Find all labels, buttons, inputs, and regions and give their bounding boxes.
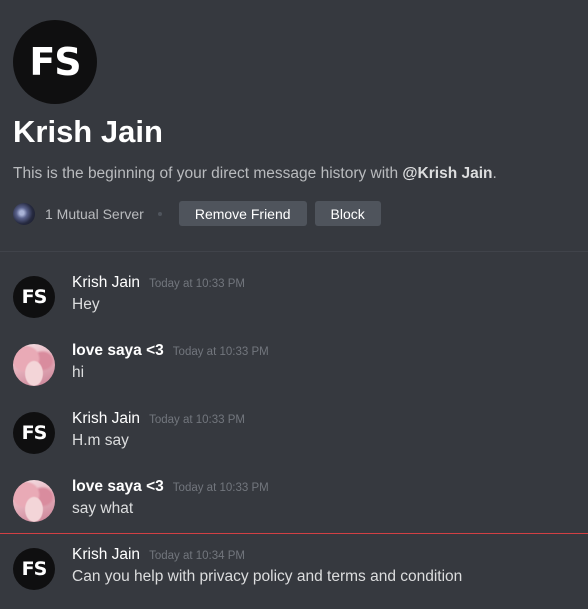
remove-friend-button[interactable]: Remove Friend [178,201,307,226]
profile-avatar[interactable]: FS [13,20,97,104]
mutual-servers-link[interactable]: 1 Mutual Server [45,206,144,222]
message-timestamp: Today at 10:34 PM [149,550,245,562]
message-author[interactable]: love saya <3 [72,342,164,360]
message-timestamp: Today at 10:33 PM [172,482,269,494]
message-timestamp: Today at 10:33 PM [149,414,245,426]
block-button[interactable]: Block [314,201,381,226]
separator-dot [157,211,162,216]
message-author[interactable]: Krish Jain [72,274,140,292]
fs-logo-icon: FS [21,286,48,308]
avatar[interactable]: FS [13,548,55,590]
avatar[interactable]: FS [13,276,55,318]
fs-logo-icon: FS [21,558,48,580]
fs-logo-icon: FS [29,40,81,84]
page-title: Krish Jain [13,114,163,149]
message-timestamp: Today at 10:33 PM [149,278,245,290]
message-timestamp: Today at 10:33 PM [172,346,269,358]
avatar[interactable]: FS [13,412,55,454]
mutual-server-icon[interactable] [13,202,35,225]
message-text: Can you help with privacy policy and ter… [72,568,463,585]
new-messages-divider [0,533,588,534]
message-author[interactable]: love saya <3 [72,478,164,496]
message-item[interactable]: FS Krish Jain Today at 10:33 PM Hey [0,274,588,326]
avatar[interactable] [13,480,55,522]
message-author[interactable]: Krish Jain [72,410,140,428]
message-text: say what [72,500,134,517]
message-item[interactable]: FS Krish Jain Today at 10:33 PM H.m say [0,410,588,462]
dm-intro-prefix: This is the beginning of your direct mes… [13,165,403,182]
message-text: hi [72,364,85,381]
dm-intro-suffix: . [492,165,497,182]
dm-intro-text: This is the beginning of your direct mes… [13,165,497,183]
message-author[interactable]: Krish Jain [72,546,140,564]
fs-logo-icon: FS [21,422,48,444]
user-mention[interactable]: @Krish Jain [402,165,492,182]
avatar[interactable] [13,344,55,386]
message-item[interactable]: FS Krish Jain Today at 10:34 PM Can you h… [0,546,588,598]
message-item[interactable]: love saya <3 Today at 10:33 PM hi [0,342,588,394]
message-item[interactable]: love saya <3 Today at 10:33 PM say what [0,478,588,530]
profile-actions: 1 Mutual Server Remove Friend Block [13,201,389,226]
message-text: Hey [72,296,100,313]
message-text: H.m say [72,432,129,449]
header-divider [0,251,588,252]
